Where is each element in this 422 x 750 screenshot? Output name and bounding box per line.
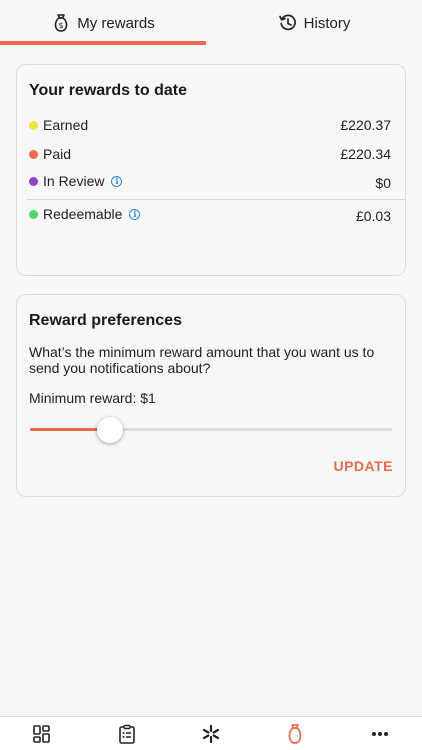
reward-preferences-card: Reward preferences What’s the minimum re… xyxy=(16,294,406,497)
in-review-label: In Review xyxy=(43,173,105,189)
money-bag-icon: $ xyxy=(54,14,68,32)
nav-rewards[interactable] xyxy=(275,719,315,749)
dashboard-icon xyxy=(33,724,50,743)
rewards-summary-card: Your rewards to date Earned £220.37 Paid… xyxy=(16,64,406,276)
redeemable-dot xyxy=(29,209,38,219)
in-review-row: In Review i $0 xyxy=(29,171,391,191)
active-tab-indicator xyxy=(0,41,206,45)
nav-tasks[interactable] xyxy=(107,719,147,749)
in-review-info-icon[interactable]: i xyxy=(111,175,123,187)
svg-text:$: $ xyxy=(59,21,64,30)
clipboard-list-icon xyxy=(118,724,135,744)
minimum-reward-slider[interactable] xyxy=(30,417,392,443)
nav-dashboard[interactable] xyxy=(22,719,62,749)
tab-my-rewards-label: My rewards xyxy=(77,14,155,32)
nav-spark[interactable] xyxy=(191,719,231,749)
in-review-value: $0 xyxy=(375,175,391,191)
paid-row: Paid £220.34 xyxy=(29,144,391,164)
tab-my-rewards[interactable]: $ My rewards xyxy=(0,0,206,46)
paid-dot xyxy=(29,149,38,159)
update-button[interactable]: UPDATE xyxy=(333,458,393,474)
earned-row: Earned £220.37 xyxy=(29,115,391,135)
preferences-card-title: Reward preferences xyxy=(29,312,182,329)
rewards-card-title: Your rewards to date xyxy=(29,82,187,99)
nav-more[interactable] xyxy=(360,719,400,749)
walmart-spark-icon xyxy=(202,724,220,743)
paid-value: £220.34 xyxy=(340,146,391,162)
history-icon xyxy=(278,14,296,31)
redeemable-row: Redeemable i £0.03 xyxy=(29,204,391,224)
preferences-question: What’s the minimum reward amount that yo… xyxy=(29,344,375,376)
rewards-divider xyxy=(27,199,405,200)
redeemable-value: £0.03 xyxy=(355,208,391,224)
tab-history[interactable]: History xyxy=(206,0,422,46)
top-tabs: $ My rewards History xyxy=(0,0,422,46)
tab-history-label: History xyxy=(303,14,351,32)
earned-label: Earned xyxy=(43,117,89,133)
earned-dot xyxy=(29,120,38,130)
bottom-navigation xyxy=(0,716,422,750)
minimum-reward-label: Minimum reward: $1 xyxy=(29,390,156,406)
redeemable-info-icon[interactable]: i xyxy=(129,208,141,220)
paid-label: Paid xyxy=(43,146,72,162)
in-review-dot xyxy=(29,176,38,186)
earned-value: £220.37 xyxy=(340,117,391,133)
money-bag-icon xyxy=(289,723,302,744)
redeemable-label: Redeemable xyxy=(43,206,123,222)
slider-thumb[interactable] xyxy=(96,417,123,443)
more-icon xyxy=(371,731,388,736)
